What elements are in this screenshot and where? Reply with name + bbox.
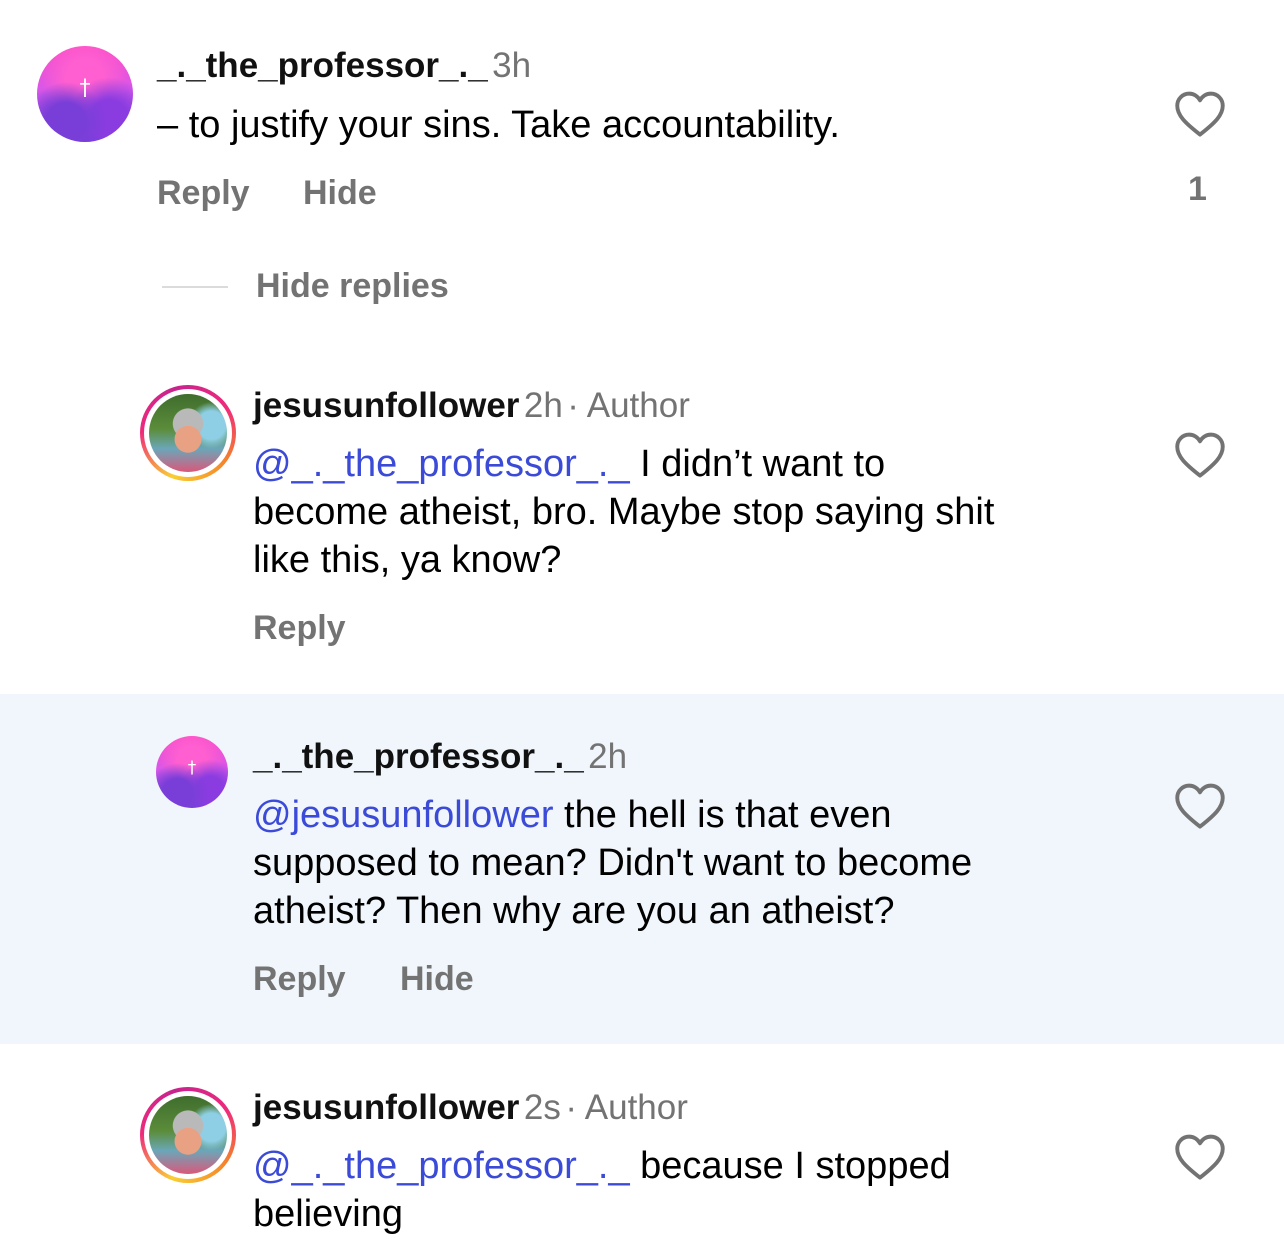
timestamp: 2s — [523, 1088, 561, 1127]
username[interactable]: _._the_professor_._ — [157, 46, 488, 85]
comment-header: jesusunfollower 2s · Author — [253, 1088, 688, 1128]
author-badge: · Author — [565, 1088, 688, 1127]
comment-header: jesusunfollower 2h · Author — [253, 386, 690, 426]
hide-replies-button[interactable]: Hide replies — [256, 267, 449, 306]
avatar-the-professor[interactable]: † — [156, 736, 228, 808]
reply-button[interactable]: Reply — [253, 960, 346, 999]
reply-button[interactable]: Reply — [253, 609, 346, 648]
avatar-the-professor[interactable]: † — [37, 46, 133, 142]
timestamp: 2h — [523, 386, 563, 425]
heart-outline-icon[interactable] — [1174, 1133, 1226, 1181]
mention-link[interactable]: @jesusunfollower — [253, 794, 554, 836]
comment-text: @jesusunfollower the hell is that even s… — [253, 794, 973, 932]
hide-button[interactable]: Hide — [400, 960, 474, 999]
avatar-jesusunfollower[interactable] — [140, 1087, 236, 1183]
hide-button[interactable]: Hide — [303, 174, 377, 213]
timestamp: 3h — [492, 46, 532, 85]
avatar-jesusunfollower[interactable] — [140, 385, 236, 481]
comment-header: _._the_professor_._ 2h — [253, 737, 627, 777]
author-badge: · Author — [567, 386, 690, 425]
username[interactable]: jesusunfollower — [253, 1088, 519, 1127]
heart-outline-icon[interactable] — [1174, 90, 1226, 138]
mention-link[interactable]: @_._the_professor_._ — [253, 443, 630, 485]
mention-link[interactable]: @_._the_professor_._ — [253, 1145, 630, 1187]
divider-line — [162, 286, 228, 288]
username[interactable]: _._the_professor_._ — [253, 737, 584, 776]
heart-outline-icon[interactable] — [1174, 782, 1226, 830]
comment-text: @_._the_professor_._ because I stopped b… — [253, 1145, 951, 1235]
username[interactable]: jesusunfollower — [253, 386, 519, 425]
timestamp: 2h — [588, 737, 628, 776]
comment-header: _._the_professor_._ 3h — [157, 46, 531, 86]
like-count: 1 — [1188, 170, 1207, 208]
comment-text: – to justify your sins. Take accountabil… — [157, 104, 840, 146]
cross-icon: † — [79, 76, 91, 101]
comment-text: @_._the_professor_._ I didn’t want to be… — [253, 443, 995, 581]
reply-button[interactable]: Reply — [157, 174, 250, 213]
cross-icon: † — [187, 758, 197, 778]
heart-outline-icon[interactable] — [1174, 431, 1226, 479]
